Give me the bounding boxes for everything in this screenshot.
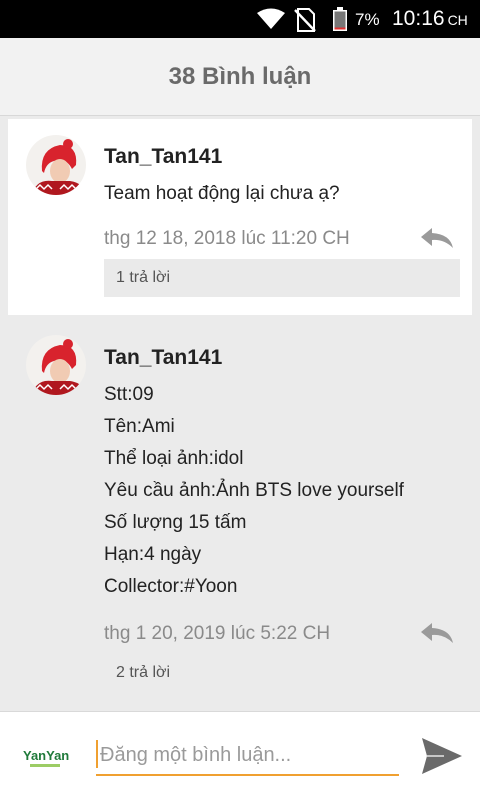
battery-percent: 7%	[355, 10, 380, 29]
no-sim-icon	[294, 8, 316, 32]
status-bar: 7% 10:16 CH	[0, 0, 480, 38]
reply-icon[interactable]	[420, 622, 454, 644]
wifi-icon	[257, 8, 285, 29]
replies-count[interactable]: 1 trả lời	[104, 259, 460, 297]
comment-input-wrap	[96, 738, 399, 776]
comment-input[interactable]	[100, 738, 395, 772]
comment-author[interactable]: Tan_Tan141	[104, 145, 222, 169]
page-title: 38 Bình luận	[0, 38, 480, 116]
yanyan-logo: YanYan	[23, 748, 69, 767]
send-icon[interactable]	[420, 736, 464, 776]
comment-line: Thể loại ảnh:idol	[104, 448, 244, 469]
reply-icon[interactable]	[420, 227, 454, 249]
comment-card: Tan_Tan141 Stt:09 Tên:Ami Thể loại ảnh:i…	[8, 322, 472, 707]
comment-line: Hạn:4 ngày	[104, 544, 202, 565]
text-caret	[96, 740, 98, 768]
comment-card: Tan_Tan141 Team hoạt động lại chưa ạ? th…	[8, 119, 472, 315]
comment-timestamp: thg 1 20, 2019 lúc 5:22 CH	[104, 623, 331, 644]
avatar[interactable]	[26, 135, 86, 195]
avatar-image	[26, 335, 86, 395]
clock-ampm: CH	[447, 12, 468, 28]
svg-text:YanYan: YanYan	[23, 748, 69, 763]
comment-line: Stt:09	[104, 384, 154, 405]
comment-line: Collector:#Yoon	[104, 576, 238, 597]
comment-body: Team hoạt động lại chưa ạ?	[104, 183, 340, 204]
replies-count[interactable]: 2 trả lời	[104, 654, 460, 692]
comment-composer: YanYan	[0, 711, 480, 801]
comment-line: Số lượng 15 tấm	[104, 512, 247, 533]
comment-line: Tên:Ami	[104, 416, 175, 437]
comment-line: Yêu cầu ảnh:Ảnh BTS love yourself	[104, 480, 404, 501]
clock-time: 10:16	[392, 7, 445, 30]
clock: 10:16 CH	[392, 7, 468, 31]
comment-author[interactable]: Tan_Tan141	[104, 346, 222, 370]
avatar-image	[26, 135, 86, 195]
battery-icon	[333, 7, 347, 31]
avatar[interactable]	[26, 335, 86, 395]
comment-timestamp: thg 12 18, 2018 lúc 11:20 CH	[104, 228, 350, 249]
